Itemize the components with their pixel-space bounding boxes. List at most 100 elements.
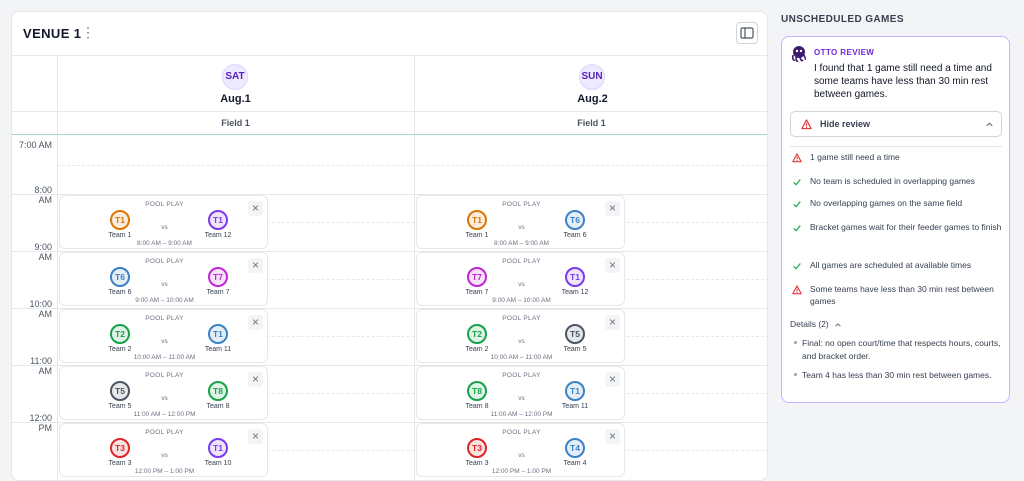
time-label-hour: 9:00 — [34, 242, 52, 252]
game-card[interactable]: POOL PLAY × T3 Team 3 T1 Team 10 vs 12:00 PM – … — [59, 423, 268, 477]
close-icon[interactable]: × — [248, 258, 263, 273]
otto-review-card: OTTO REVIEW I found that 1 game still ne… — [781, 36, 1010, 403]
team-name: Team 11 — [561, 403, 589, 410]
kebab-icon[interactable]: ⋮ — [81, 25, 95, 41]
versus-label: vs — [518, 338, 525, 345]
check-icon — [793, 263, 801, 270]
game-card[interactable]: POOL PLAY × T6 Team 6 T7 Team 7 vs 9:00 AM – 10… — [59, 252, 268, 306]
team-name: Team 8 — [465, 403, 489, 410]
game-type-label: POOL PLAY — [145, 258, 184, 265]
game-card[interactable]: POOL PLAY × T5 Team 5 T8 Team 8 vs 11:00 AM – 1… — [59, 366, 268, 420]
close-icon[interactable]: × — [248, 315, 263, 330]
day-header-sun: SUN Aug.2 — [414, 56, 767, 111]
game-time: 11:00 AM – 12:00 PM — [133, 411, 196, 418]
versus-label: vs — [518, 395, 525, 402]
close-icon[interactable]: × — [605, 201, 620, 216]
day-date: Aug.2 — [577, 93, 608, 105]
game-card[interactable]: POOL PLAY × T1 Team 1 T1 Team 12 vs 8:00 AM – 9… — [59, 195, 268, 249]
team-name: Team 8 — [206, 403, 230, 410]
detail-text: Final: no open court/time that respects … — [802, 338, 1001, 361]
team-name: Team 5 — [563, 346, 587, 353]
review-check-text: No team is scheduled in overlapping game… — [810, 176, 975, 186]
close-icon[interactable]: × — [248, 372, 263, 387]
check-icon — [793, 179, 801, 186]
team-name: Team 1 — [108, 232, 132, 239]
warning-icon — [801, 119, 812, 130]
game-time: 10:00 AM – 11:00 AM — [490, 354, 553, 361]
close-icon[interactable]: × — [605, 429, 620, 444]
game-time: 8:00 AM – 9:00 AM — [494, 240, 549, 247]
close-icon[interactable]: × — [605, 258, 620, 273]
panel-toggle-button[interactable] — [736, 22, 758, 44]
game-type-label: POOL PLAY — [502, 372, 541, 379]
close-icon[interactable]: × — [605, 372, 620, 387]
close-icon[interactable]: × — [248, 201, 263, 216]
review-check-text: All games are scheduled at available tim… — [810, 260, 972, 270]
team-name: Team 3 — [465, 460, 489, 467]
team-name: Team 6 — [108, 289, 132, 296]
game-card[interactable]: POOL PLAY × T2 Team 2 T1 Team 11 vs 10:00 AM – … — [59, 309, 268, 363]
review-check-text: Bracket games wait for their feeder game… — [810, 222, 1002, 232]
game-type-label: POOL PLAY — [145, 372, 184, 379]
game-time: 9:00 AM – 10:00 AM — [135, 297, 194, 304]
warning-icon — [792, 285, 802, 295]
game-time: 12:00 PM – 1:00 PM — [491, 468, 552, 475]
review-check-text: 1 game still need a time — [810, 152, 900, 162]
team-name: Team 11 — [204, 346, 232, 353]
field-label-sat: Field 1 — [57, 111, 414, 135]
game-type-label: POOL PLAY — [145, 315, 184, 322]
review-check-text: No overlapping games on the same field — [810, 198, 963, 208]
time-label: 10:00 AM — [12, 299, 52, 319]
game-card[interactable]: POOL PLAY × T1 Team 1 T6 Team 6 vs 8:00 AM – 9:… — [416, 195, 625, 249]
time-label: 7:00 AM — [18, 140, 52, 150]
close-icon[interactable]: × — [605, 315, 620, 330]
game-card[interactable]: POOL PLAY × T3 Team 3 T4 Team 4 vs 12:00 PM – 1… — [416, 423, 625, 477]
day-header-sat: SAT Aug.1 — [57, 56, 414, 111]
day-abbr: SUN — [579, 64, 605, 90]
details-toggle[interactable]: Details (2) — [790, 319, 842, 329]
time-label-period: AM — [38, 195, 53, 205]
time-label-hour: 12:00 — [29, 413, 52, 423]
check-icon — [793, 225, 801, 232]
team-name: Team 6 — [563, 232, 587, 239]
time-label-period: PM — [38, 423, 53, 433]
octopus-icon — [791, 46, 807, 62]
team-name: Team 5 — [108, 403, 132, 410]
game-card[interactable]: POOL PLAY × T8 Team 8 T1 Team 11 vs 11:00 AM – … — [416, 366, 625, 420]
game-time: 10:00 AM – 11:00 AM — [133, 354, 196, 361]
time-label-hour: 11:00 — [30, 356, 52, 366]
game-time: 12:00 PM – 1:00 PM — [134, 468, 195, 475]
hide-review-label: Hide review — [820, 119, 871, 129]
bullet-dot — [794, 341, 797, 344]
game-card[interactable]: POOL PLAY × T7 Team 7 T1 Team 12 vs 9:00 AM – 1… — [416, 252, 625, 306]
close-icon[interactable]: × — [248, 429, 263, 444]
day-date: Aug.1 — [220, 93, 251, 105]
team-name: Team 12 — [561, 289, 589, 296]
time-label-period: AM — [38, 366, 53, 376]
versus-label: vs — [161, 395, 168, 402]
time-label: 11:00 AM — [12, 356, 52, 376]
versus-label: vs — [161, 224, 168, 231]
half-hour-gridline — [57, 165, 767, 166]
game-type-label: POOL PLAY — [502, 258, 541, 265]
field-label-sun: Field 1 — [414, 111, 767, 135]
time-label: 8:00 AM — [12, 185, 52, 205]
time-label: 9:00 AM — [12, 242, 52, 262]
versus-label: vs — [161, 452, 168, 459]
time-label-hour: 10:00 — [29, 299, 52, 309]
team-name: Team 2 — [108, 346, 132, 353]
chevron-up-icon — [835, 322, 841, 327]
game-time: 9:00 AM – 10:00 AM — [492, 297, 551, 304]
hide-review-button[interactable]: Hide review — [790, 111, 1002, 137]
team-name: Team 7 — [465, 289, 489, 296]
check-icon — [793, 201, 801, 208]
versus-label: vs — [518, 281, 525, 288]
warning-icon — [792, 153, 802, 163]
time-label: 12:00 PM — [12, 413, 52, 433]
details-label: Details (2) — [790, 319, 829, 329]
versus-label: vs — [161, 281, 168, 288]
game-card[interactable]: POOL PLAY × T2 Team 2 T5 Team 5 vs 10:00 AM – 1… — [416, 309, 625, 363]
team-name: Team 4 — [563, 460, 587, 467]
game-type-label: POOL PLAY — [502, 429, 541, 436]
otto-review-label: OTTO REVIEW — [814, 48, 875, 57]
